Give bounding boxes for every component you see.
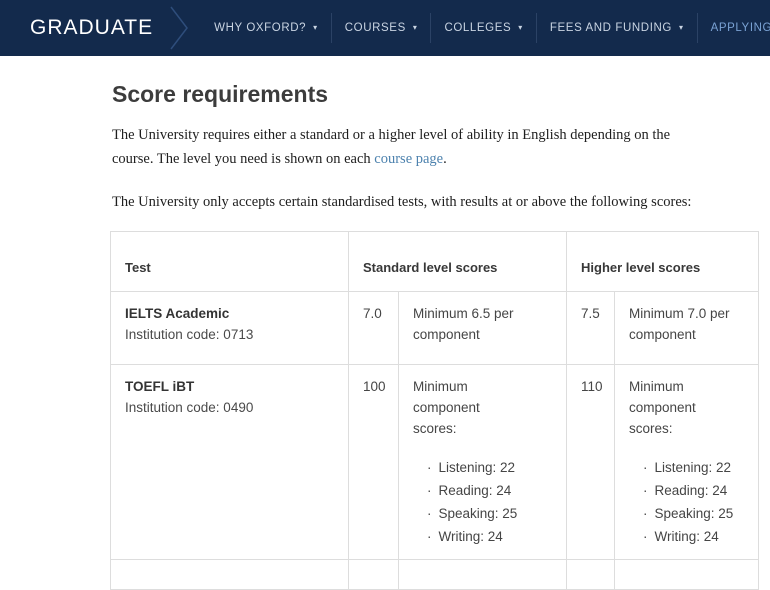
higher-score: [567, 560, 615, 590]
top-nav: GRADUATE WHY OXFORD? ▾ COURSES ▾ COLLEGE…: [0, 0, 770, 56]
standard-detail: Minimum 6.5 per component: [399, 292, 567, 365]
caret-down-icon: ▾: [413, 23, 418, 32]
institution-code: Institution code: 0713: [125, 324, 334, 345]
nav-item-label: COLLEGES: [444, 22, 511, 34]
component-score-item: Speaking: 25: [427, 502, 552, 525]
table-row-ielts: IELTS Academic Institution code: 0713 7.…: [111, 292, 759, 365]
nav-item-label: WHY OXFORD?: [214, 22, 306, 34]
higher-detail: Minimum 7.0 per component: [615, 292, 759, 365]
course-page-link[interactable]: course page: [374, 151, 443, 167]
component-score-item: Reading: 24: [643, 479, 744, 502]
tests-paragraph: The University only accepts certain stan…: [112, 190, 712, 214]
test-cell: IELTS Academic Institution code: 0713: [111, 292, 349, 365]
standard-score: 100: [349, 365, 399, 560]
nav-item-colleges[interactable]: COLLEGES ▾: [431, 13, 536, 43]
institution-code: Institution code: 0490: [125, 397, 334, 418]
higher-score: 110: [567, 365, 615, 560]
table-row-toefl: TOEFL iBT Institution code: 0490 100 Min…: [111, 365, 759, 560]
detail-intro: Minimum component scores:: [413, 376, 525, 439]
component-score-list: Listening: 22 Reading: 24 Speaking: 25 W…: [413, 456, 552, 548]
component-score-item: Listening: 22: [643, 456, 744, 479]
nav-item-label: APPLYING TO OXFORD: [711, 22, 770, 34]
caret-down-icon: ▾: [313, 23, 318, 32]
column-header-test: Test: [111, 232, 349, 292]
intro-paragraph: The University requires either a standar…: [112, 123, 712, 171]
higher-score: 7.5: [567, 292, 615, 365]
component-score-list: Listening: 22 Reading: 24 Speaking: 25 W…: [629, 456, 744, 548]
site-section-title[interactable]: GRADUATE: [30, 16, 153, 40]
nav-item-label: FEES AND FUNDING: [550, 22, 672, 34]
standard-score: [349, 560, 399, 590]
test-name: TOEFL iBT: [125, 376, 334, 397]
table-header-row: Test Standard level scores Higher level …: [111, 232, 759, 292]
nav-item-fees-and-funding[interactable]: FEES AND FUNDING ▾: [537, 13, 698, 43]
test-cell: TOEFL iBT Institution code: 0490: [111, 365, 349, 560]
component-score-item: Writing: 24: [427, 525, 552, 548]
table-row-cropped: [111, 560, 759, 590]
nav-item-courses[interactable]: COURSES ▾: [332, 13, 432, 43]
page-title: Score requirements: [112, 81, 770, 108]
component-score-item: Writing: 24: [643, 525, 744, 548]
caret-down-icon: ▾: [518, 23, 523, 32]
nav-item-why-oxford[interactable]: WHY OXFORD? ▾: [201, 13, 332, 43]
scores-table: Test Standard level scores Higher level …: [110, 231, 759, 590]
test-cell: [111, 560, 349, 590]
page-content: Score requirements The University requir…: [0, 81, 770, 590]
breadcrumb-chevron-icon: [169, 5, 191, 51]
intro-paragraph-text: .: [443, 151, 447, 167]
component-score-item: Reading: 24: [427, 479, 552, 502]
higher-detail: [615, 560, 759, 590]
nav-item-label: COURSES: [345, 22, 406, 34]
component-score-item: Speaking: 25: [643, 502, 744, 525]
column-header-standard-level: Standard level scores: [349, 232, 567, 292]
standard-detail: Minimum component scores: Listening: 22 …: [399, 365, 567, 560]
nav-item-applying-to-oxford[interactable]: APPLYING TO OXFORD ▾: [698, 13, 770, 43]
detail-intro: Minimum component scores:: [629, 376, 741, 439]
higher-detail: Minimum component scores: Listening: 22 …: [615, 365, 759, 560]
standard-detail: [399, 560, 567, 590]
caret-down-icon: ▾: [679, 23, 684, 32]
column-header-higher-level: Higher level scores: [567, 232, 759, 292]
main-menu: WHY OXFORD? ▾ COURSES ▾ COLLEGES ▾ FEES …: [201, 0, 770, 56]
component-score-item: Listening: 22: [427, 456, 552, 479]
standard-score: 7.0: [349, 292, 399, 365]
test-name: IELTS Academic: [125, 303, 334, 324]
